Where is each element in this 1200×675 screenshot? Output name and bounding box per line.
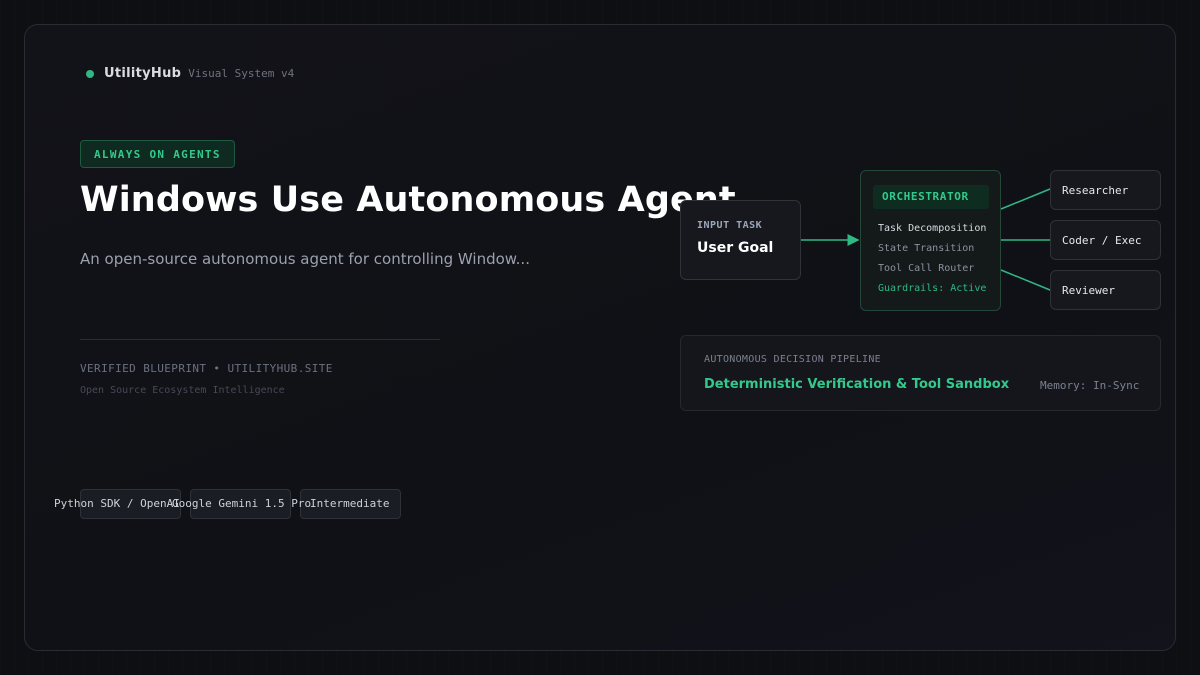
input-task-label: INPUT TASK <box>697 220 763 231</box>
agent-label: Coder / Exec <box>1062 234 1142 247</box>
orchestrator-title: ORCHESTRATOR <box>873 185 989 209</box>
input-task-node: INPUT TASK User Goal <box>680 200 801 280</box>
chip-model-label: Google Gemini 1.5 Pro <box>172 497 312 510</box>
ecosystem-label: Open Source Ecosystem Intelligence <box>80 385 285 396</box>
brand-subtitle: Visual System v4 <box>188 67 295 80</box>
orchestrator-node: ORCHESTRATOR Task Decomposition State Tr… <box>860 170 1001 311</box>
page-title: Windows Use Autonomous Agent <box>80 180 736 220</box>
agent-researcher: Researcher <box>1050 170 1161 210</box>
brand-name: UtilityHub <box>104 66 182 81</box>
agent-label: Reviewer <box>1062 284 1115 297</box>
chip-sdk-label: Python SDK / OpenAI <box>54 497 180 510</box>
orchestrator-item: State Transition <box>878 243 975 254</box>
agent-reviewer: Reviewer <box>1050 270 1161 310</box>
orchestrator-item: Tool Call Router <box>878 263 975 274</box>
brand-dot-icon <box>86 69 94 78</box>
page-description: An open-source autonomous agent for cont… <box>80 250 530 268</box>
always-on-badge: ALWAYS ON AGENTS <box>80 140 235 168</box>
divider <box>80 339 440 340</box>
decision-pipeline-panel: AUTONOMOUS DECISION PIPELINE Determinist… <box>680 335 1161 411</box>
orchestrator-item: Task Decomposition <box>878 223 987 234</box>
pipeline-label: AUTONOMOUS DECISION PIPELINE <box>704 354 881 365</box>
memory-status: Memory: In-Sync <box>1040 379 1140 392</box>
verified-blueprint: VERIFIED BLUEPRINT • UTILITYHUB.SITE <box>80 362 333 375</box>
input-task-value: User Goal <box>697 240 774 256</box>
agent-coder: Coder / Exec <box>1050 220 1161 260</box>
brand: UtilityHub Visual System v4 <box>86 66 294 81</box>
orchestrator-item-guardrails: Guardrails: Active <box>878 283 987 294</box>
pipeline-title: Deterministic Verification & Tool Sandbo… <box>704 377 1010 392</box>
chip-level-label: Intermediate <box>310 497 390 510</box>
agent-label: Researcher <box>1062 184 1129 197</box>
